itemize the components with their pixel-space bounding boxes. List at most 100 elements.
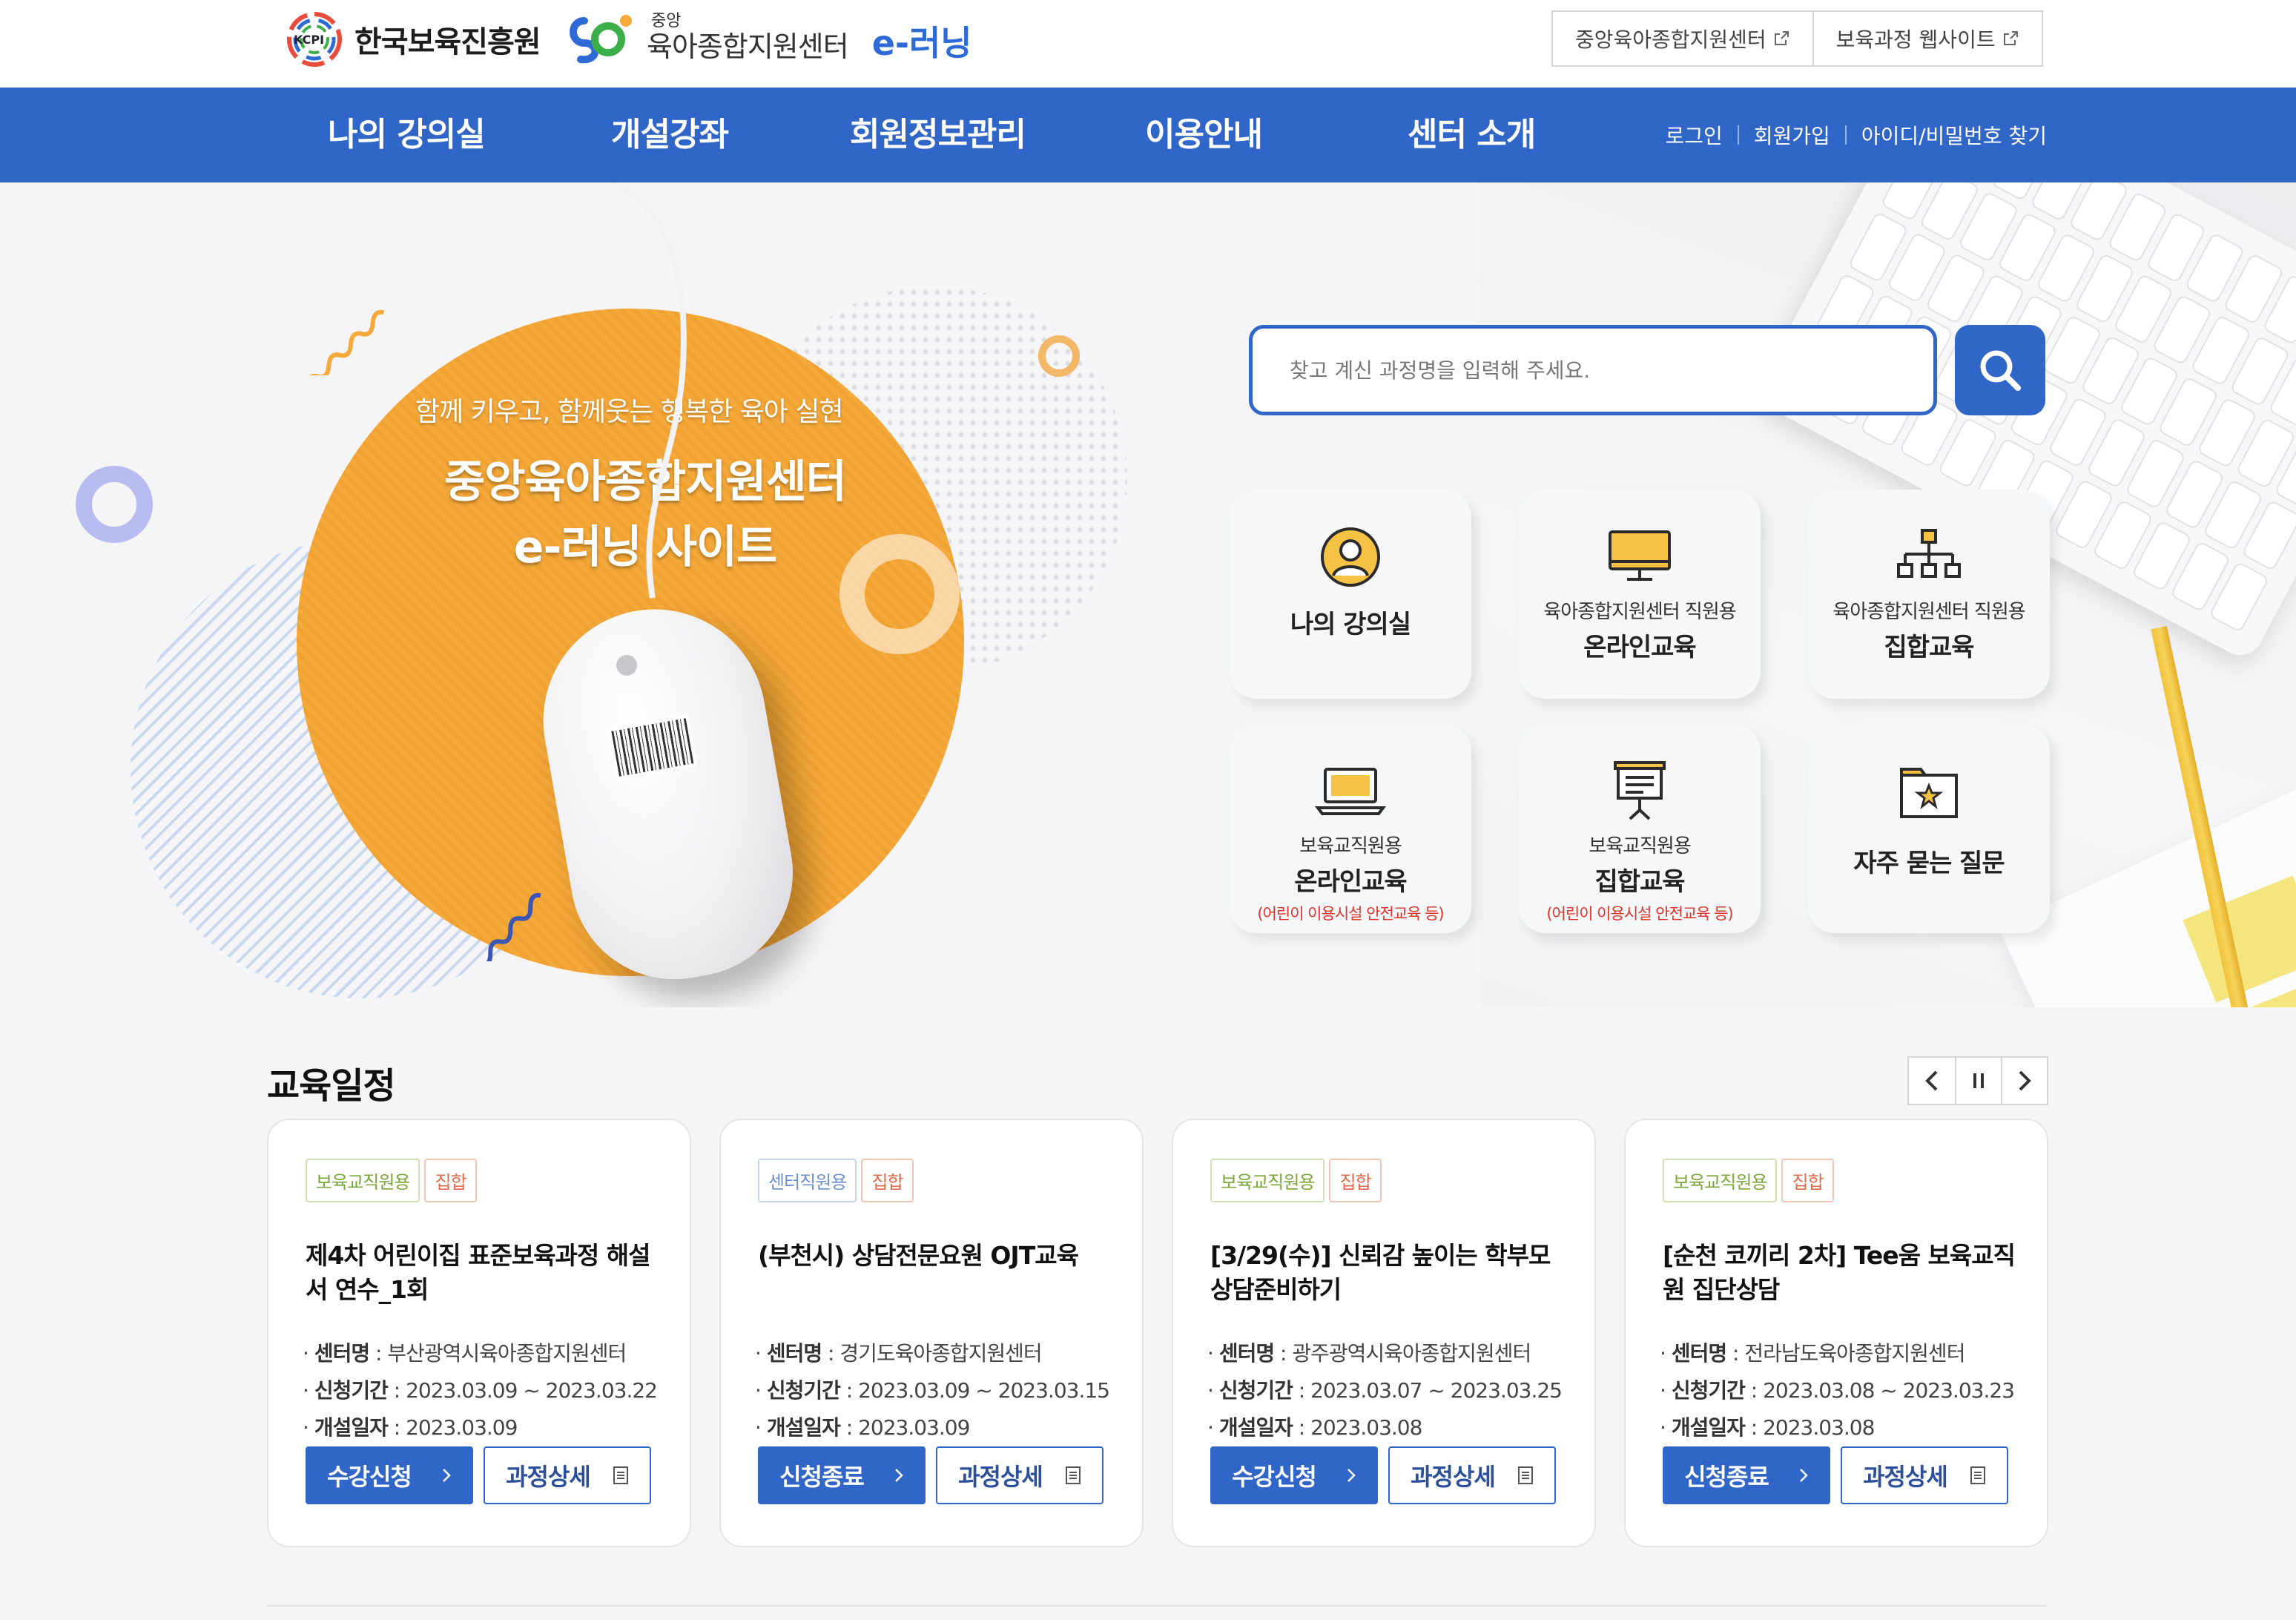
course-detail-button[interactable]: 과정상세 (484, 1446, 651, 1504)
orange-ring-decoration (1038, 335, 1080, 377)
course-tags: 보육교직원용 집합 (306, 1159, 477, 1202)
course-period: 2023.03.09 ~ 2023.03.22 (406, 1378, 658, 1403)
search-button[interactable] (1955, 325, 2045, 415)
nav-member-info[interactable]: 회원정보관리 (850, 88, 1026, 182)
quick-link-title: 집합교육 (1884, 633, 1974, 662)
central-center-link-label: 중앙육아종합지원센터 (1575, 27, 1766, 52)
course-center: 부산광역시육아종합지원센터 (387, 1341, 627, 1366)
course-target-tag: 센터직원용 (758, 1159, 857, 1202)
registration-closed-button[interactable]: 신청종료 (758, 1446, 926, 1504)
center-label: 센터명 (766, 1341, 822, 1366)
registration-closed-label: 신청종료 (1684, 1463, 1769, 1491)
document-icon (1970, 1466, 1985, 1484)
kcpi-logo-mark: KCPI (283, 10, 346, 68)
open-date-label: 개설일자 (1671, 1415, 1746, 1440)
course-type-tag: 집합 (861, 1159, 914, 1202)
course-info: · 센터명 : 경기도육아종합지원센터 · 신청기간 : 2023.03.09 … (755, 1341, 1110, 1440)
chevron-right-icon (1799, 1469, 1808, 1482)
course-detail-button[interactable]: 과정상세 (936, 1446, 1104, 1504)
document-icon (1065, 1466, 1081, 1484)
laptop-icon (1315, 757, 1386, 823)
center-label: 센터명 (1671, 1341, 1727, 1366)
nav-my-classroom[interactable]: 나의 강의실 (328, 88, 486, 182)
course-open-date: 2023.03.09 (406, 1415, 518, 1440)
util-divider (1737, 125, 1739, 145)
central-center-link[interactable]: 중앙육아종합지원센터 (1553, 12, 1812, 65)
education-schedule-section: 교육일정 보육교직원용 집합 제4차 어린이집 표준보육과정 해설서 연수_1회… (0, 1007, 2296, 1620)
course-search-input[interactable] (1253, 329, 1933, 412)
main-nav: 나의 강의실 개설강좌 회원정보관리 이용안내 센터 소개 로그인 회원가입 아… (0, 88, 2296, 182)
elearning-logo-text: e-러닝 (871, 23, 972, 63)
carousel-pause-button[interactable] (1955, 1058, 2001, 1104)
search-icon (1980, 350, 2021, 391)
course-info: · 센터명 : 부산광역시육아종합지원센터 · 신청기간 : 2023.03.0… (303, 1341, 658, 1440)
quick-link-my-classroom[interactable]: 나의 강의실 (1230, 490, 1471, 699)
course-detail-button-label: 과정상세 (1411, 1463, 1496, 1491)
center-logo-small: 중앙 (651, 12, 682, 30)
course-title[interactable]: [순천 코끼리 2차] Tee움 보육교직원 집단상담 (1663, 1239, 2019, 1307)
quick-link-teacher-online[interactable]: 보육교직원용 온라인교육 (어린이 이용시설 안전교육 등) (1230, 724, 1471, 933)
course-card: 센터직원용 집합 (부천시) 상담전문요원 OJT교육 · 센터명 : 경기도육… (719, 1119, 1144, 1547)
nav-guide[interactable]: 이용안내 (1145, 88, 1263, 182)
course-tags: 보육교직원용 집합 (1663, 1159, 1834, 1202)
course-detail-button[interactable]: 과정상세 (1841, 1446, 2008, 1504)
course-title[interactable]: [3/29(수)] 신뢰감 높이는 학부모 상담준비하기 (1210, 1239, 1566, 1307)
schedule-title: 교육일정 (267, 1065, 396, 1107)
quick-link-note: (어린이 이용시설 안전교육 등) (1257, 905, 1444, 923)
mouse-cable-image (614, 182, 687, 599)
chevron-right-icon (2019, 1070, 2031, 1091)
course-center: 전라남도육아종합지원센터 (1744, 1341, 1965, 1366)
center-label: 센터명 (1218, 1341, 1275, 1366)
apply-button[interactable]: 수강신청 (306, 1446, 473, 1504)
find-account-link[interactable]: 아이디/비밀번호 찾기 (1861, 120, 2047, 150)
course-title[interactable]: (부천시) 상담전문요원 OJT교육 (758, 1239, 1114, 1273)
chevron-right-icon (442, 1469, 451, 1482)
center-logo-mark (562, 6, 636, 65)
quick-link-teacher-group[interactable]: 보육교직원용 집합교육 (어린이 이용시설 안전교육 등) (1519, 724, 1761, 933)
open-date-label: 개설일자 (766, 1415, 841, 1440)
apply-button-label: 수강신청 (1232, 1463, 1317, 1491)
period-label: 신청기간 (766, 1378, 841, 1403)
user-circle-icon (1319, 524, 1382, 590)
chevron-left-icon (1925, 1070, 1938, 1091)
quick-link-faq[interactable]: 자주 묻는 질문 (1808, 724, 2050, 933)
quick-link-center-group[interactable]: 육아종합지원센터 직원용 집합교육 (1808, 490, 2050, 699)
monitor-icon (1606, 522, 1673, 589)
course-period: 2023.03.08 ~ 2023.03.23 (1763, 1378, 2015, 1403)
course-open-date: 2023.03.08 (1763, 1415, 1875, 1440)
course-center: 광주광역시육아종합지원센터 (1292, 1341, 1531, 1366)
course-title[interactable]: 제4차 어린이집 표준보육과정 해설서 연수_1회 (306, 1239, 662, 1307)
nav-center-intro[interactable]: 센터 소개 (1408, 88, 1536, 182)
course-target-tag: 보육교직원용 (306, 1159, 420, 1202)
course-detail-button-label: 과정상세 (958, 1463, 1043, 1491)
kcpi-mark-text: KCPI (294, 33, 325, 47)
org-chart-icon (1896, 522, 1962, 589)
document-icon (1517, 1466, 1533, 1484)
carousel-prev-button[interactable] (1909, 1058, 1955, 1104)
quick-link-center-online[interactable]: 육아종합지원센터 직원용 온라인교육 (1519, 490, 1761, 699)
quick-link-title: 나의 강의실 (1290, 610, 1411, 639)
login-link[interactable]: 로그인 (1665, 120, 1722, 150)
registration-closed-button[interactable]: 신청종료 (1663, 1446, 1830, 1504)
mouse-wheel (614, 653, 639, 678)
nav-courses[interactable]: 개설강좌 (611, 88, 729, 182)
apply-button-label: 수강신청 (327, 1463, 412, 1491)
quick-link-title: 온라인교육 (1294, 867, 1407, 897)
course-type-tag: 집합 (1781, 1159, 1834, 1202)
center-logo[interactable]: 중앙 육아종합지원센터 e-러닝 (562, 6, 972, 65)
util-links: 로그인 회원가입 아이디/비밀번호 찾기 (1665, 88, 2047, 182)
course-open-date: 2023.03.08 (1310, 1415, 1422, 1440)
carousel-next-button[interactable] (2001, 1058, 2047, 1104)
document-icon (613, 1466, 628, 1484)
open-date-label: 개설일자 (314, 1415, 389, 1440)
signup-link[interactable]: 회원가입 (1754, 120, 1830, 150)
registration-closed-label: 신청종료 (779, 1463, 865, 1491)
kcpi-logo[interactable]: KCPI 한국보육진흥원 (283, 10, 541, 68)
course-detail-button[interactable]: 과정상세 (1388, 1446, 1556, 1504)
course-card: 보육교직원용 집합 [3/29(수)] 신뢰감 높이는 학부모 상담준비하기 ·… (1172, 1119, 1596, 1547)
apply-button[interactable]: 수강신청 (1210, 1446, 1378, 1504)
presentation-board-icon (1606, 757, 1673, 823)
course-card: 보육교직원용 집합 제4차 어린이집 표준보육과정 해설서 연수_1회 · 센터… (267, 1119, 691, 1547)
curriculum-site-link[interactable]: 보육과정 웹사이트 (1812, 12, 2042, 65)
course-type-tag: 집합 (1329, 1159, 1382, 1202)
